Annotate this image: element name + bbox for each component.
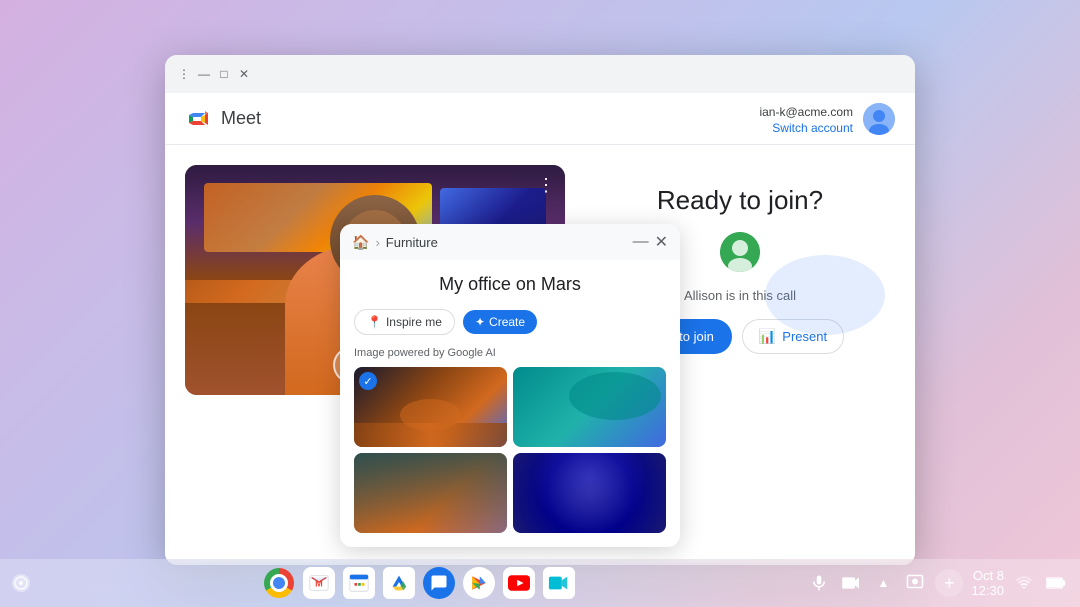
generated-image-4[interactable]	[513, 453, 666, 533]
app-title: Meet	[221, 108, 261, 129]
taskbar-center: M	[263, 567, 575, 599]
generated-image-2[interactable]	[513, 367, 666, 447]
ai-label: Image powered by Google AI	[354, 347, 666, 359]
switch-account-link[interactable]: Switch account	[759, 121, 853, 135]
meet-header: Meet ian-k@acme.com Switch account	[165, 93, 915, 145]
wifi-icon[interactable]	[1012, 571, 1036, 595]
inspire-me-button[interactable]: 📍 Inspire me	[354, 309, 455, 335]
generated-image-3[interactable]	[354, 453, 507, 533]
present-icon: 📊	[759, 328, 776, 345]
popup-breadcrumb: 🏠 › Furniture	[352, 234, 438, 251]
play-store-icon[interactable]	[463, 567, 495, 599]
popup-close-button[interactable]: ✕	[655, 232, 668, 252]
gmail-icon[interactable]: M	[303, 567, 335, 599]
generated-image-1[interactable]: ✓	[354, 367, 507, 447]
mic-tray-icon[interactable]	[807, 571, 831, 595]
breadcrumb-home-icon[interactable]: 🏠	[352, 234, 369, 251]
screenshot-tray-icon[interactable]	[903, 571, 927, 595]
meet-logo-icon	[185, 105, 213, 133]
image-gen-popup: 🏠 › Furniture — ✕ My office on Mars 📍 In…	[340, 224, 680, 547]
popup-titlebar: 🏠 › Furniture — ✕	[340, 224, 680, 260]
window-more-button[interactable]: ⋮	[177, 67, 191, 81]
image-prompt-text: My office on Mars	[354, 274, 666, 295]
popup-minimize-button[interactable]: —	[633, 233, 649, 251]
user-avatar	[863, 103, 895, 135]
account-info: ian-k@acme.com Switch account	[759, 103, 895, 135]
ready-title: Ready to join?	[657, 185, 823, 216]
battery-icon	[1044, 571, 1068, 595]
chrome-icon[interactable]	[263, 567, 295, 599]
chat-icon[interactable]	[423, 567, 455, 599]
meet-taskbar-icon[interactable]	[543, 567, 575, 599]
create-label: Create	[489, 315, 525, 329]
taskbar-left	[12, 574, 30, 592]
chrome-logo	[264, 568, 294, 598]
datetime-display[interactable]: Oct 8 12:30	[971, 568, 1004, 598]
create-icon: ✦	[475, 315, 485, 329]
user-email: ian-k@acme.com	[759, 105, 853, 119]
system-indicator[interactable]	[12, 574, 30, 592]
image-selected-check: ✓	[359, 372, 377, 390]
create-button[interactable]: ✦ Create	[463, 310, 537, 334]
browser-titlebar: ⋮ — □ ✕	[165, 55, 915, 93]
meet-logo: Meet	[185, 105, 261, 133]
decorative-blob	[765, 255, 885, 335]
window-maximize-button[interactable]: □	[217, 67, 231, 81]
breadcrumb-folder[interactable]: Furniture	[386, 235, 438, 250]
youtube-icon[interactable]	[503, 567, 535, 599]
popup-action-row: 📍 Inspire me ✦ Create	[354, 309, 666, 335]
expand-tray-button[interactable]: ▲	[871, 571, 895, 595]
taskbar: M	[0, 559, 1080, 607]
camera-tray-icon[interactable]	[839, 571, 863, 595]
window-close-button[interactable]: ✕	[237, 67, 251, 81]
calendar-icon[interactable]	[343, 567, 375, 599]
svg-text:M: M	[315, 579, 323, 589]
window-minimize-button[interactable]: —	[197, 67, 211, 81]
video-more-button[interactable]: ⋮	[537, 175, 555, 196]
taskbar-time: 12:30	[971, 583, 1004, 598]
taskbar-right: ▲ + Oct 8 12:30	[807, 568, 1068, 598]
participant-avatar	[720, 232, 760, 272]
breadcrumb-separator: ›	[375, 235, 379, 250]
generated-images-grid: ✓	[354, 367, 666, 533]
taskbar-date: Oct 8	[973, 568, 1004, 583]
inspire-label: Inspire me	[386, 315, 442, 329]
location-icon: 📍	[367, 315, 382, 329]
add-tray-button[interactable]: +	[935, 569, 963, 597]
drive-icon[interactable]	[383, 567, 415, 599]
popup-body: My office on Mars 📍 Inspire me ✦ Create …	[340, 260, 680, 547]
